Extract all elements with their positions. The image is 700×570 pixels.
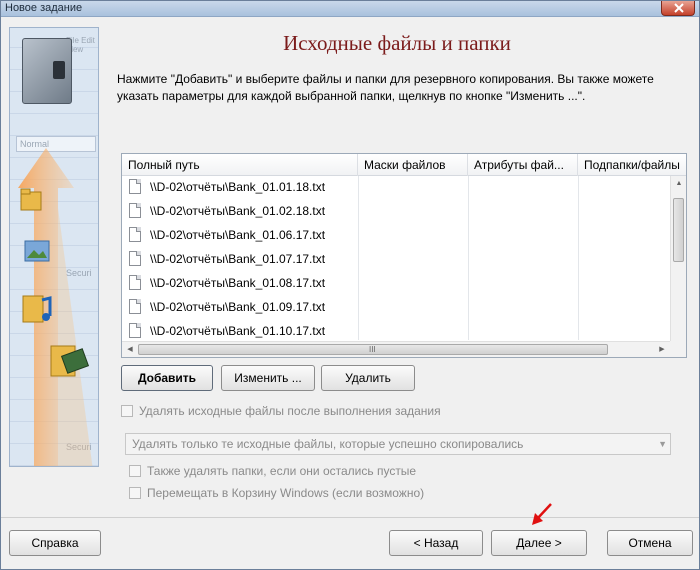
file-path: \\D-02\отчёты\Bank_01.02.18.txt (150, 204, 326, 218)
edit-button[interactable]: Изменить ... (221, 365, 315, 391)
table-row[interactable]: \\D-02\отчёты\Bank_01.02.18.txt (122, 200, 670, 224)
delete-sources-label: Удалять исходные файлы после выполнения … (139, 404, 441, 418)
scroll-up-icon[interactable]: ▲ (671, 180, 687, 187)
chevron-down-icon: ▼ (658, 439, 667, 449)
close-icon (674, 3, 684, 13)
picture-icon (24, 240, 50, 262)
delete-mode-select[interactable]: Удалять только те исходные файлы, которы… (125, 433, 671, 455)
delete-mode-value: Удалять только те исходные файлы, которы… (132, 437, 524, 451)
source-files-table[interactable]: Полный путь Маски файлов Атрибуты фай...… (121, 153, 687, 358)
title-bar[interactable]: Новое задание (1, 1, 699, 17)
table-row[interactable]: \\D-02\отчёты\Bank_01.07.17.txt (122, 248, 670, 272)
video-folder-icon (50, 345, 90, 377)
column-header-masks[interactable]: Маски файлов (358, 154, 468, 176)
horizontal-scrollbar[interactable]: ◀ III ▶ (122, 341, 670, 357)
scroll-right-icon[interactable]: ▶ (654, 345, 670, 353)
text-file-icon (129, 299, 141, 314)
vertical-scroll-thumb[interactable] (673, 198, 684, 262)
text-file-icon (129, 179, 141, 194)
back-button[interactable]: < Назад (389, 530, 483, 556)
table-row[interactable]: \\D-02\отчёты\Bank_01.10.17.txt (122, 320, 670, 340)
column-header-path[interactable]: Полный путь (122, 154, 358, 176)
file-path: \\D-02\отчёты\Bank_01.09.17.txt (150, 300, 326, 314)
text-file-icon (129, 323, 141, 338)
folder-icon (20, 188, 42, 211)
scroll-left-icon[interactable]: ◀ (122, 345, 138, 353)
page-description: Нажмите "Добавить" и выберите файлы и па… (117, 72, 654, 103)
table-row[interactable]: \\D-02\отчёты\Bank_01.08.17.txt (122, 272, 670, 296)
text-file-icon (129, 251, 141, 266)
add-button[interactable]: Добавить (121, 365, 213, 391)
table-row[interactable]: \\D-02\отчёты\Bank_01.06.17.txt (122, 224, 670, 248)
column-header-subfolders[interactable]: Подпапки/файлы (578, 154, 686, 176)
text-file-icon (129, 275, 141, 290)
table-row[interactable]: \\D-02\отчёты\Bank_01.01.18.txt (122, 176, 670, 200)
delete-sources-checkbox[interactable] (121, 405, 133, 417)
file-path: \\D-02\отчёты\Bank_01.08.17.txt (150, 276, 326, 290)
vertical-scrollbar[interactable]: ▲ (670, 176, 686, 342)
file-path: \\D-02\отчёты\Bank_01.06.17.txt (150, 228, 326, 242)
text-file-icon (129, 203, 141, 218)
delete-empty-folders-checkbox[interactable] (129, 465, 141, 477)
file-path: \\D-02\отчёты\Bank_01.07.17.txt (150, 252, 326, 266)
wizard-window: Новое задание File Edit View Normal Secu… (0, 0, 700, 570)
red-pointer-arrow-icon (532, 503, 552, 525)
close-button[interactable] (661, 1, 695, 16)
move-to-recycle-label: Перемещать в Корзину Windows (если возмо… (147, 486, 425, 500)
file-path: \\D-02\отчёты\Bank_01.10.17.txt (150, 324, 326, 338)
horizontal-scroll-thumb[interactable]: III (138, 344, 608, 355)
table-row[interactable]: \\D-02\отчёты\Bank_01.09.17.txt (122, 296, 670, 320)
safe-icon (22, 38, 72, 104)
scroll-corner (670, 341, 686, 357)
music-folder-icon (22, 295, 52, 323)
table-header: Полный путь Маски файлов Атрибуты фай...… (122, 154, 686, 176)
cancel-button[interactable]: Отмена (607, 530, 693, 556)
scroll-grip: III (369, 345, 376, 354)
delete-empty-folders-label: Также удалять папки, если они остались п… (147, 464, 417, 478)
file-path: \\D-02\отчёты\Bank_01.01.18.txt (150, 180, 326, 194)
help-button[interactable]: Справка (9, 530, 101, 556)
column-header-attributes[interactable]: Атрибуты фай... (468, 154, 578, 176)
delete-button[interactable]: Удалить (321, 365, 415, 391)
page-title: Исходные файлы и папки (283, 31, 511, 55)
text-file-icon (129, 227, 141, 242)
move-to-recycle-checkbox[interactable] (129, 487, 141, 499)
wizard-illustration: File Edit View Normal Securi Securi (9, 27, 99, 467)
footer-divider (1, 517, 699, 518)
next-button[interactable]: Далее > (491, 530, 587, 556)
window-title: Новое задание (5, 2, 83, 14)
table-rows: \\D-02\отчёты\Bank_01.01.18.txt \\D-02\о… (122, 176, 670, 340)
